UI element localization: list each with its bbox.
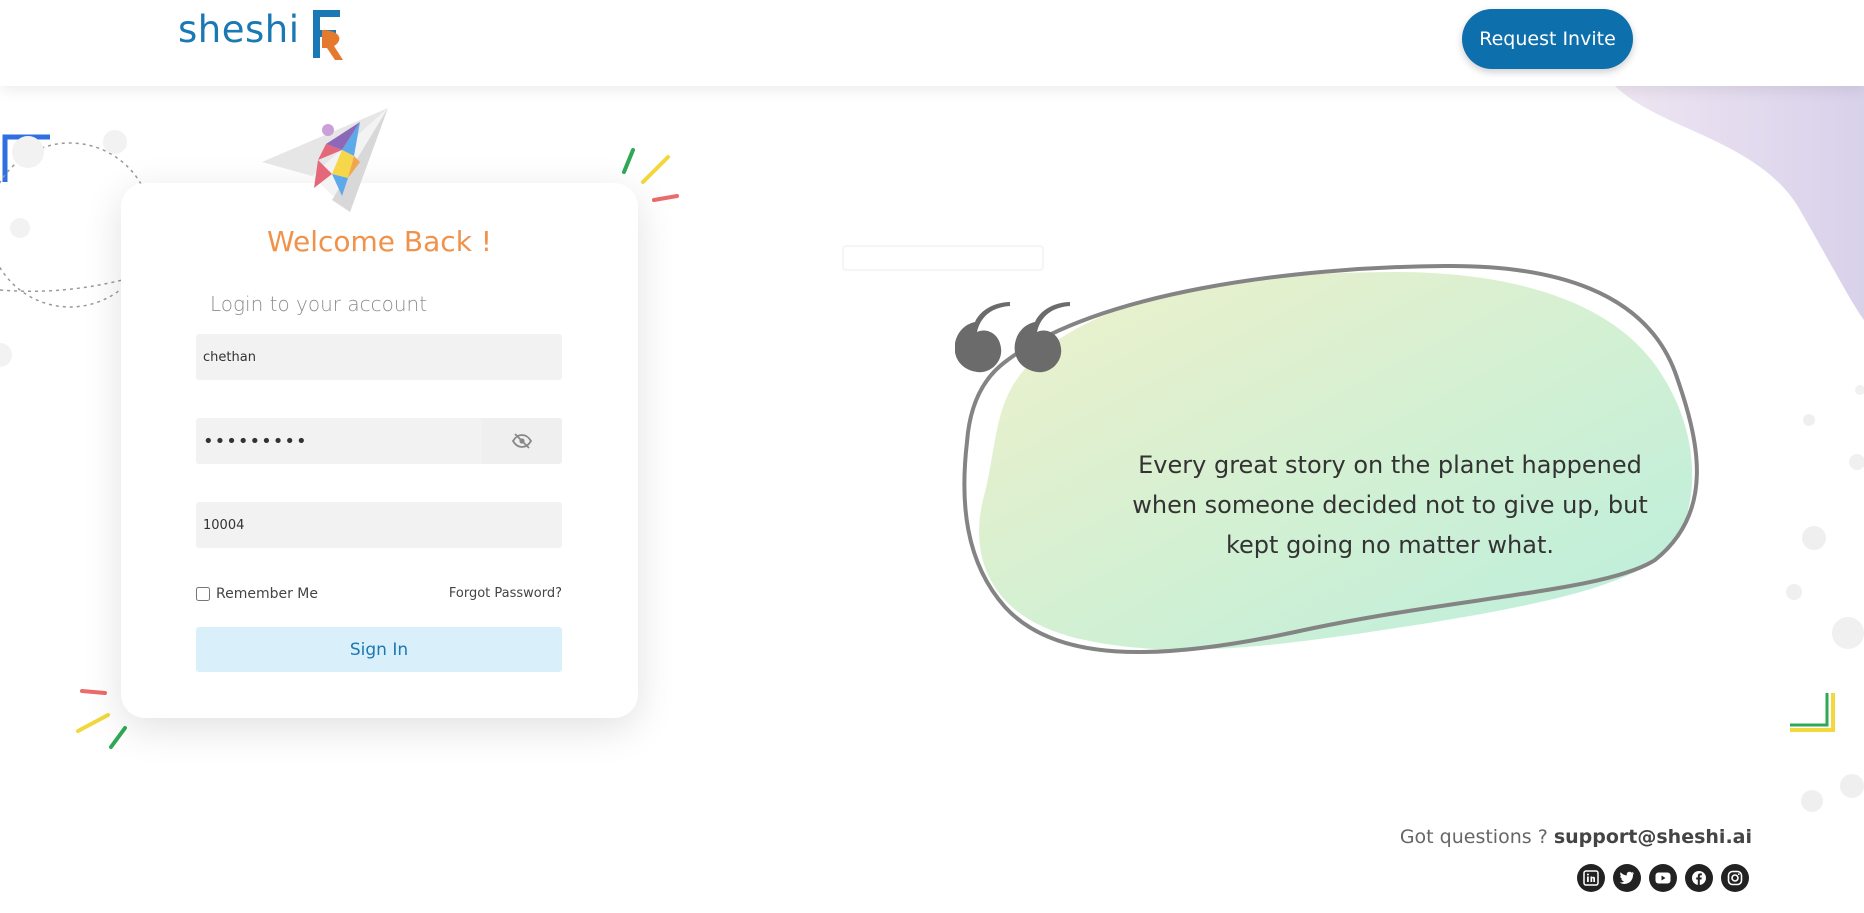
- forgot-password-link[interactable]: Forgot Password?: [449, 586, 562, 601]
- quote-text: Every great story on the planet happened…: [1132, 451, 1648, 559]
- top-header: sheshi Request Invite: [0, 0, 1864, 86]
- login-subtitle: Login to your account: [210, 292, 428, 316]
- quote-mark-icon: [955, 302, 1070, 373]
- remember-me-checkbox[interactable]: [196, 587, 210, 601]
- support-email-link[interactable]: support@sheshi.ai: [1554, 826, 1752, 848]
- username-input[interactable]: [196, 334, 562, 380]
- logo-text: sheshi: [178, 8, 300, 51]
- twitter-icon[interactable]: [1613, 864, 1641, 892]
- youtube-icon[interactable]: [1649, 864, 1677, 892]
- welcome-heading: Welcome Back !: [266, 225, 493, 258]
- request-invite-button[interactable]: Request Invite: [1462, 9, 1633, 69]
- sheshi-logo[interactable]: sheshi: [178, 2, 344, 62]
- support-contact: Got questions ? support@sheshi.ai: [1400, 826, 1752, 848]
- social-links: [1577, 864, 1749, 892]
- code-input[interactable]: [196, 502, 562, 548]
- linkedin-icon[interactable]: [1577, 864, 1605, 892]
- paper-plane-illustration: [262, 108, 388, 212]
- sign-in-button[interactable]: Sign In: [196, 627, 562, 672]
- facebook-icon[interactable]: [1685, 864, 1713, 892]
- remember-me[interactable]: Remember Me: [196, 586, 318, 602]
- password-input[interactable]: [196, 418, 482, 464]
- toggle-password-visibility-button[interactable]: [482, 418, 562, 464]
- remember-me-label: Remember Me: [216, 586, 318, 602]
- eye-slash-icon: [512, 433, 532, 449]
- login-card: Welcome Back ! Login to your account Rem…: [121, 183, 638, 718]
- fr-logo-icon: [312, 10, 343, 60]
- instagram-icon[interactable]: [1721, 864, 1749, 892]
- support-question: Got questions ?: [1399, 826, 1548, 848]
